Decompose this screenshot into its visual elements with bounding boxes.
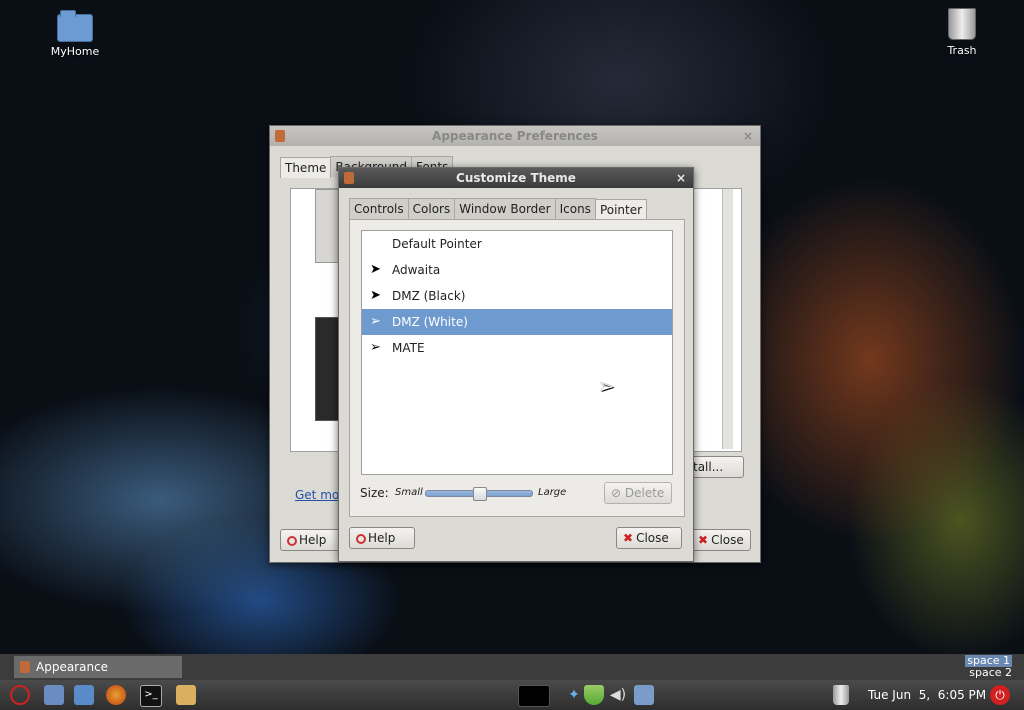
mouse-cursor-icon: ➢ <box>598 374 615 398</box>
list-item[interactable]: ➤ DMZ (Black) <box>362 283 672 309</box>
close-x-icon: ✖ <box>698 533 709 547</box>
terminal-icon[interactable]: >_ <box>140 685 162 707</box>
window-titlebar[interactable]: Appearance Preferences × <box>270 126 760 146</box>
close-icon[interactable]: × <box>676 168 686 188</box>
close-icon[interactable]: × <box>743 126 753 146</box>
arrow-white-icon: ➢ <box>370 340 381 355</box>
trash-icon[interactable] <box>833 685 849 705</box>
size-label: Size: <box>360 486 389 500</box>
menu-icon[interactable] <box>10 685 30 705</box>
list-item-selected[interactable]: ➢ DMZ (White) <box>362 309 672 335</box>
tab-pointer[interactable]: Pointer <box>594 199 648 220</box>
help-button[interactable]: Help <box>280 529 346 551</box>
window-title: Appearance Preferences <box>432 129 598 143</box>
trash-icon <box>948 8 976 40</box>
close-button[interactable]: ✖ Close <box>616 527 682 549</box>
window-list-panel: Appearance Preferences space 1 space 2 <box>0 654 1024 696</box>
size-slider[interactable] <box>425 487 533 501</box>
desktop-icon-label: MyHome <box>50 45 100 58</box>
help-icon <box>356 534 366 544</box>
customize-tabs: Controls Colors Window Border Icons Pointer <box>349 198 648 220</box>
pointer-list[interactable]: Default Pointer ➤ Adwaita ➤ DMZ (Black) ➢ D… <box>361 230 673 475</box>
window-title: Customize Theme <box>456 171 576 185</box>
desktop-icon-label: Trash <box>947 44 977 57</box>
arrow-black-icon: ➤ <box>370 288 381 303</box>
workspace-2[interactable]: space 2 <box>965 667 1012 679</box>
get-more-link[interactable]: Get mo <box>295 488 339 502</box>
scrollbar[interactable] <box>722 189 733 449</box>
delete-button[interactable]: ⊘ Delete <box>604 482 672 504</box>
app-icon <box>344 172 354 184</box>
list-item[interactable]: ➢ MATE <box>362 335 672 361</box>
network-icon[interactable] <box>634 685 654 705</box>
file-manager-icon[interactable] <box>74 685 94 705</box>
tab-icons[interactable]: Icons <box>554 198 596 219</box>
taskbar-window-button[interactable]: Appearance Preferences <box>14 656 182 696</box>
close-x-icon: ✖ <box>623 531 634 545</box>
help-button[interactable]: Help <box>349 527 415 549</box>
archive-icon[interactable] <box>176 685 196 705</box>
list-item[interactable]: ➤ Adwaita <box>362 257 672 283</box>
arrow-black-icon: ➤ <box>370 262 381 277</box>
install-button[interactable]: tall... <box>686 456 744 478</box>
desktop-icon-myhome[interactable]: MyHome <box>35 10 115 58</box>
app-icon <box>20 661 30 673</box>
help-icon <box>287 536 297 546</box>
size-large-label: Large <box>538 487 567 498</box>
arrow-white-icon: ➢ <box>370 314 381 329</box>
delete-icon: ⊘ <box>611 486 622 500</box>
app-icon <box>275 130 285 142</box>
tab-theme[interactable]: Theme <box>280 157 332 178</box>
clock[interactable]: Tue Jun 5, 6:05 PM <box>868 688 986 702</box>
window-titlebar[interactable]: Customize Theme × <box>339 168 693 188</box>
customize-theme-window[interactable]: Customize Theme × Controls Colors Window B… <box>338 167 694 562</box>
show-desktop-icon[interactable] <box>44 685 64 705</box>
folder-home-icon <box>57 10 93 42</box>
power-icon[interactable]: ⏻ <box>990 685 1010 705</box>
tab-window-border[interactable]: Window Border <box>454 198 556 219</box>
size-small-label: Small <box>395 487 423 498</box>
tab-colors[interactable]: Colors <box>407 198 456 219</box>
slider-handle[interactable] <box>473 487 487 501</box>
system-monitor-icon[interactable] <box>518 685 550 707</box>
close-button[interactable]: ✖ Close <box>691 529 751 551</box>
tab-controls[interactable]: Controls <box>349 198 409 219</box>
volume-icon[interactable]: ◀) <box>608 685 628 705</box>
workspace-switcher[interactable]: space 1 space 2 <box>965 655 1012 679</box>
shield-icon[interactable] <box>584 685 604 705</box>
desktop-icon-trash[interactable]: Trash <box>922 8 1002 57</box>
bottom-panel: >_ ✦ ◀) Tue Jun 5, 6:05 PM ⏻ <box>0 680 1024 710</box>
firefox-icon[interactable] <box>106 685 126 705</box>
dropbox-icon[interactable]: ✦ <box>564 685 584 705</box>
list-item[interactable]: Default Pointer <box>362 231 672 257</box>
